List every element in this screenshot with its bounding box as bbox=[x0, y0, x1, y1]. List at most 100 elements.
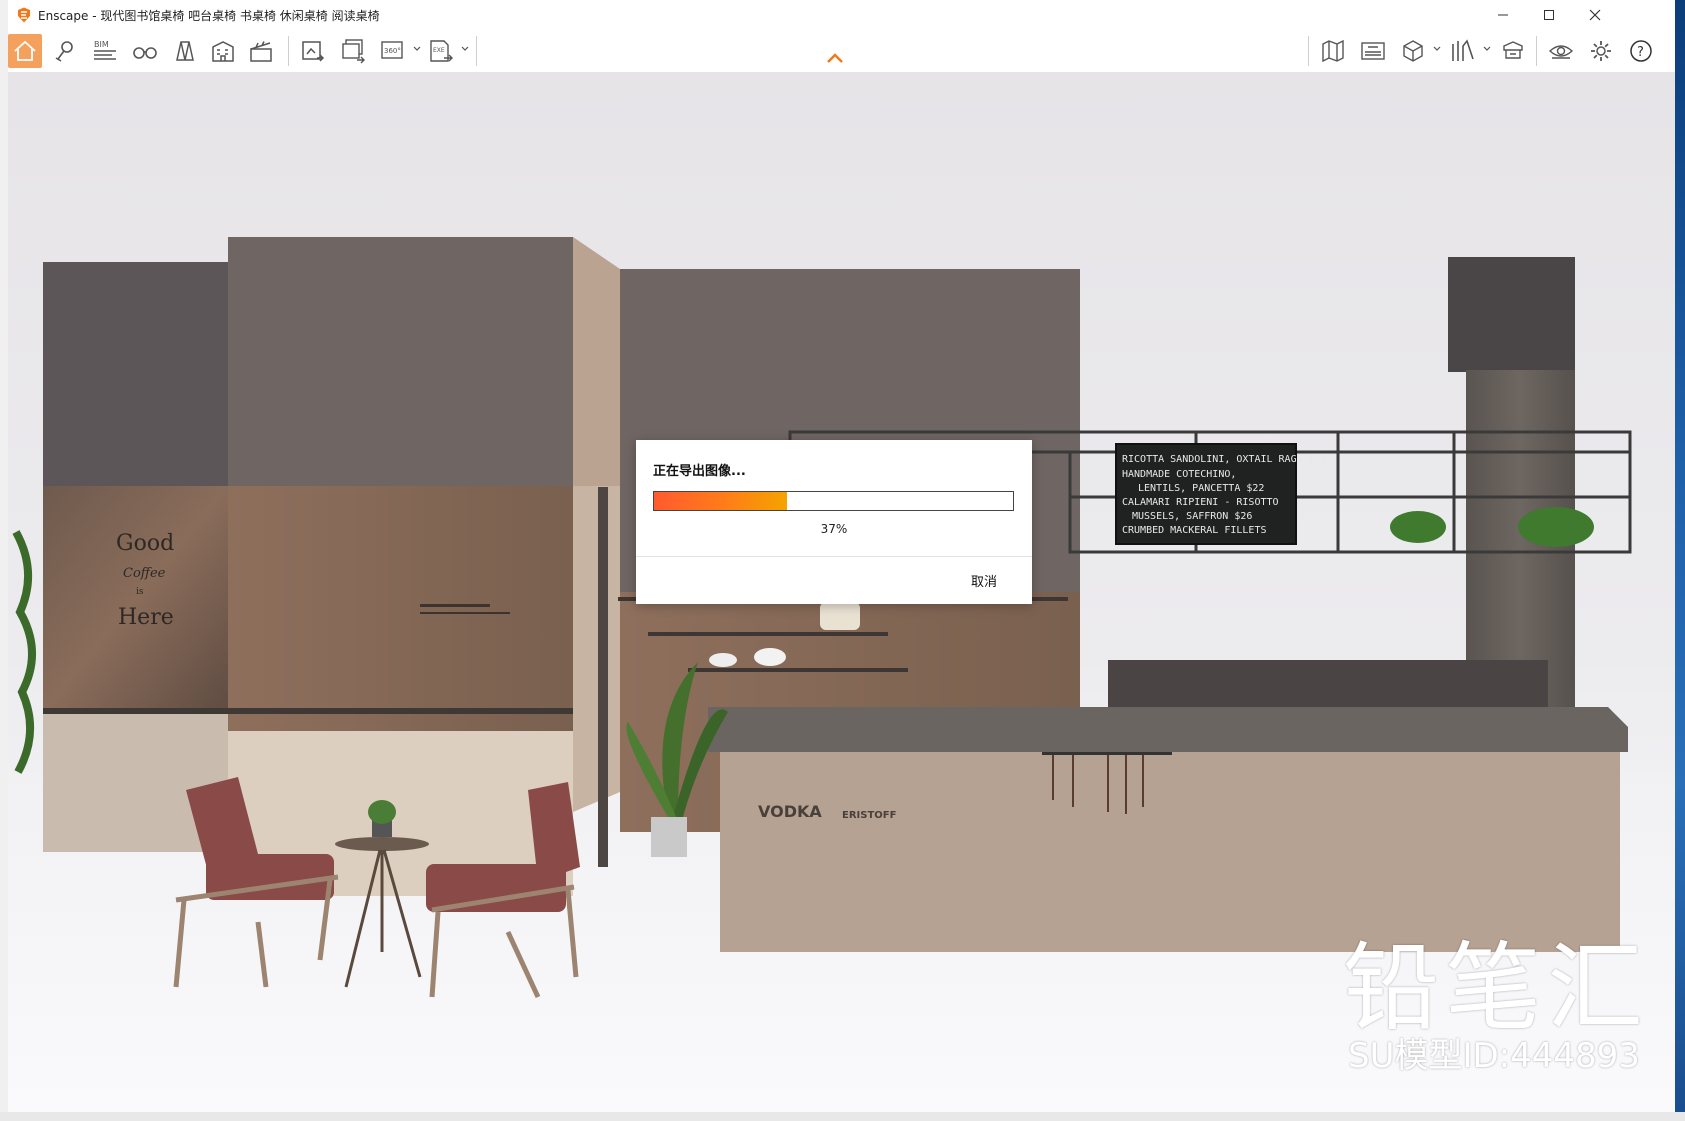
radio bbox=[820, 602, 860, 630]
bar-eristoff-text: ERISTOFF bbox=[842, 810, 896, 821]
material-editor-button[interactable] bbox=[1496, 34, 1530, 68]
gallery-button[interactable] bbox=[1356, 34, 1390, 68]
door-frame bbox=[598, 487, 608, 867]
small-plaque-line bbox=[420, 612, 510, 614]
sheep-figurine bbox=[754, 648, 786, 666]
export-progress-bar bbox=[653, 491, 1014, 511]
minimize-icon bbox=[1498, 14, 1508, 16]
vine-plant bbox=[12, 530, 36, 774]
home-icon bbox=[14, 40, 36, 61]
location-pin-icon bbox=[55, 41, 73, 62]
shelf bbox=[688, 668, 908, 672]
left-block-side-top bbox=[573, 237, 620, 486]
dialog-divider bbox=[636, 556, 1032, 557]
svg-text:BIM: BIM bbox=[94, 40, 109, 49]
eye-icon bbox=[1548, 45, 1574, 59]
enscape-logo-icon bbox=[18, 7, 30, 23]
left-block-side-mid bbox=[573, 486, 620, 812]
svg-text:CALAMARI RIPIENI - RISOTTO: CALAMARI RIPIENI - RISOTTO bbox=[1122, 497, 1279, 508]
cube-icon bbox=[1403, 40, 1423, 62]
video-editor-button[interactable] bbox=[244, 34, 278, 68]
panorama-button[interactable]: 360° bbox=[376, 34, 410, 68]
svg-text:HANDMADE COTECHINO,: HANDMADE COTECHINO, bbox=[1122, 469, 1236, 480]
object-button[interactable] bbox=[1396, 34, 1430, 68]
title-bar[interactable]: Enscape - 现代图书馆桌椅 吧台桌椅 书桌椅 休闲桌椅 阅读桌椅 bbox=[8, 0, 1675, 30]
building-icon bbox=[212, 41, 234, 62]
panorama-360-icon: 360° bbox=[381, 41, 403, 59]
asset-library-button[interactable] bbox=[1446, 34, 1480, 68]
bar-vodka-text: VODKA bbox=[758, 802, 822, 821]
svg-text:MUSSELS, SAFFRON $26: MUSSELS, SAFFRON $26 bbox=[1132, 511, 1252, 522]
toolbar-separator bbox=[288, 36, 289, 66]
svg-text:CRUMBED MACKERAL FILLETS: CRUMBED MACKERAL FILLETS bbox=[1122, 525, 1267, 536]
toolbar-separator bbox=[1308, 36, 1309, 66]
small-plaque bbox=[420, 604, 490, 607]
left-block-rust-right bbox=[228, 486, 573, 731]
collapse-toolbar-chevron-icon[interactable] bbox=[826, 52, 844, 64]
sign-good-text: Good bbox=[116, 531, 174, 556]
chevron-down-icon[interactable] bbox=[412, 44, 422, 54]
screenshot-button[interactable] bbox=[296, 34, 330, 68]
visual-settings-button[interactable] bbox=[1544, 34, 1578, 68]
model-id-watermark: SU模型ID:444893 bbox=[1348, 1036, 1640, 1076]
bim-icon: BIM bbox=[94, 40, 116, 60]
utensil-rail bbox=[1042, 752, 1172, 755]
export-progress-fill bbox=[654, 492, 787, 510]
cancel-button[interactable]: 取消 bbox=[954, 568, 1014, 592]
svg-text:360°: 360° bbox=[384, 47, 401, 55]
chevron-down-icon[interactable] bbox=[1432, 44, 1442, 54]
batch-render-icon bbox=[342, 39, 365, 64]
close-icon bbox=[1589, 9, 1601, 21]
left-block-top-left bbox=[43, 262, 228, 486]
sign-is-text: is bbox=[136, 587, 144, 597]
help-button[interactable]: ? bbox=[1624, 34, 1658, 68]
side-table bbox=[335, 837, 429, 851]
svg-text:RICOTTA SANDOLINI, OXTAIL RAGU: RICOTTA SANDOLINI, OXTAIL RAGU $13 bbox=[1122, 454, 1327, 465]
left-block-rust-left bbox=[43, 486, 228, 712]
sheep-figurine bbox=[709, 653, 737, 667]
triangle-view-icon bbox=[176, 41, 194, 61]
map-button[interactable] bbox=[1316, 34, 1350, 68]
sign-here-text: Here bbox=[118, 605, 174, 630]
gallery-icon bbox=[1361, 42, 1385, 60]
minimize-button[interactable] bbox=[1480, 0, 1526, 30]
help-icon: ? bbox=[1630, 40, 1652, 62]
export-image-dialog: 正在导出图像... 37% 取消 bbox=[636, 440, 1032, 604]
sign-coffee-text: Coffee bbox=[123, 566, 166, 581]
desktop-edge-bottom bbox=[0, 1112, 1685, 1121]
svg-text:LENTILS, PANCETTA $22: LENTILS, PANCETTA $22 bbox=[1138, 483, 1264, 494]
maximize-button[interactable] bbox=[1526, 0, 1572, 30]
dialog-title: 正在导出图像... bbox=[653, 464, 746, 479]
shelf bbox=[648, 632, 888, 636]
building-button[interactable] bbox=[206, 34, 240, 68]
screenshot-icon bbox=[302, 41, 325, 62]
chevron-down-icon[interactable] bbox=[1482, 44, 1492, 54]
left-block-top-right bbox=[228, 237, 573, 486]
export-exe-icon: EXE bbox=[430, 40, 453, 62]
toolbar-separator bbox=[1536, 36, 1537, 66]
settings-button[interactable] bbox=[1584, 34, 1618, 68]
material-icon bbox=[1503, 41, 1523, 59]
bim-button[interactable]: BIM bbox=[88, 34, 122, 68]
binoculars-icon bbox=[133, 47, 157, 59]
location-button[interactable] bbox=[48, 34, 82, 68]
window-title: Enscape - 现代图书馆桌椅 吧台桌椅 书桌椅 休闲桌椅 阅读桌椅 bbox=[38, 9, 380, 23]
map-icon bbox=[1322, 39, 1344, 63]
batch-render-button[interactable] bbox=[336, 34, 370, 68]
maximize-icon bbox=[1544, 10, 1554, 20]
left-block-trim bbox=[43, 708, 573, 714]
view-button[interactable] bbox=[168, 34, 202, 68]
binoculars-button[interactable] bbox=[128, 34, 162, 68]
home-button[interactable] bbox=[8, 34, 42, 68]
pillar-top bbox=[1448, 257, 1575, 372]
enscape-window: Enscape - 现代图书馆桌椅 吧台桌椅 书桌椅 休闲桌椅 阅读桌椅 BIM bbox=[8, 0, 1675, 1112]
toolbar-separator bbox=[476, 36, 477, 66]
clapperboard-icon bbox=[250, 41, 272, 62]
svg-text:EXE: EXE bbox=[433, 47, 445, 54]
close-button[interactable] bbox=[1572, 0, 1618, 30]
small-plant bbox=[368, 800, 396, 824]
export-exe-button[interactable]: EXE bbox=[424, 34, 458, 68]
svg-text:?: ? bbox=[1637, 45, 1644, 60]
desktop-edge-right bbox=[1675, 0, 1685, 1121]
chevron-down-icon[interactable] bbox=[460, 44, 470, 54]
